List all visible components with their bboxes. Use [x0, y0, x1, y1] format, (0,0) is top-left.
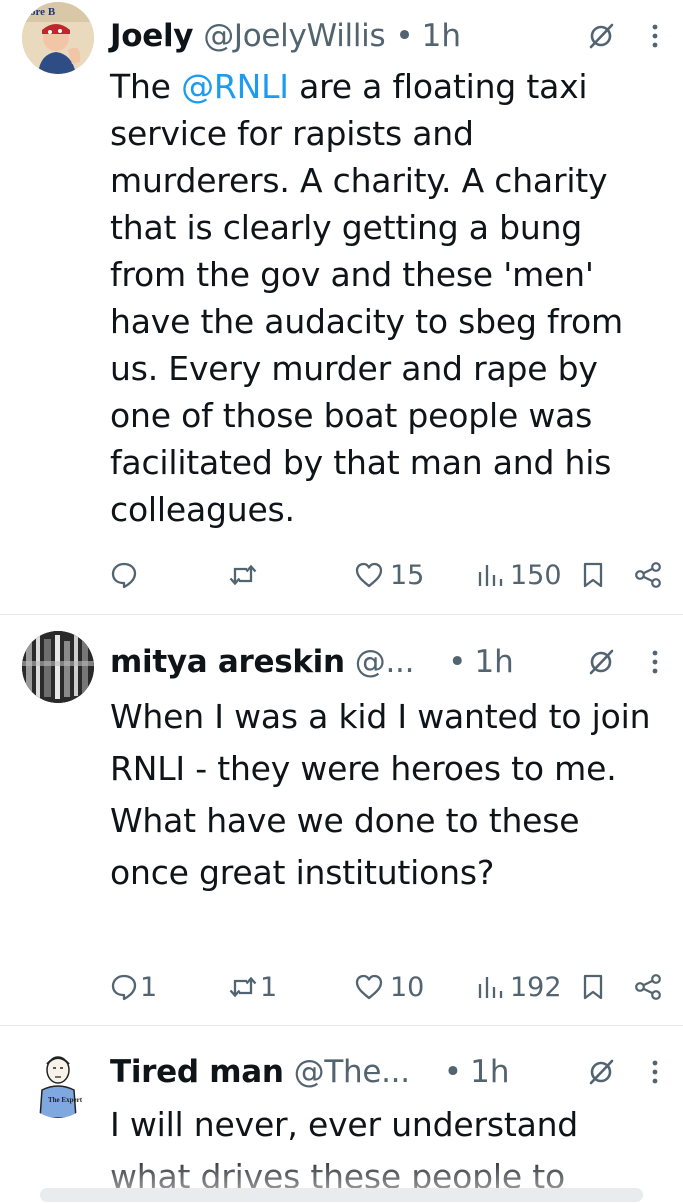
tweet-actions: 15 150: [0, 555, 683, 595]
avatar[interactable]: ore B: [22, 2, 94, 74]
like-button[interactable]: 15: [354, 555, 424, 595]
grok-icon[interactable]: [587, 1058, 615, 1086]
repost-button[interactable]: [228, 555, 258, 595]
separator-dot: •: [395, 18, 414, 54]
tweet-text: When I was a kid I wanted to join RNLI -…: [110, 691, 661, 899]
avatar-image: [22, 631, 94, 703]
tweet-text-line: When I was a kid I wanted to join RNLI -…: [110, 697, 651, 788]
view-count: 192: [510, 971, 562, 1003]
avatar-image: The Expert: [22, 1046, 94, 1118]
share-icon: [635, 974, 661, 1000]
views-icon: [478, 565, 503, 586]
author-name[interactable]: Tired man: [110, 1054, 284, 1090]
separator-dot: •: [443, 1054, 463, 1090]
repost-icon: [229, 564, 257, 586]
reply-button[interactable]: 1: [110, 967, 157, 1007]
heart-icon: [355, 974, 383, 1000]
avatar-image: ore B: [22, 2, 94, 74]
bookmark-button[interactable]: [582, 555, 604, 595]
heart-icon: [355, 562, 383, 588]
author-handle[interactable]: @...: [355, 644, 415, 680]
author-name[interactable]: mitya areskin: [110, 644, 345, 680]
author-name[interactable]: Joely: [110, 18, 194, 54]
svg-text:ore B: ore B: [30, 6, 56, 18]
separator-dot: •: [448, 644, 467, 680]
svg-text:The Expert: The Expert: [48, 1096, 83, 1104]
author-handle[interactable]: @The...: [294, 1054, 410, 1090]
more-icon[interactable]: [651, 649, 659, 675]
mention-link[interactable]: @RNLI: [181, 67, 289, 106]
share-button[interactable]: [634, 555, 662, 595]
like-button[interactable]: 10: [354, 967, 424, 1007]
tweet-actions: 1 1 10 192: [0, 967, 683, 1007]
tweet-joely[interactable]: ore B Joely @JoelyWillis • 1h The @RNLI …: [0, 0, 683, 612]
more-icon[interactable]: [651, 23, 659, 49]
repost-count: 1: [260, 971, 278, 1003]
reply-icon: [111, 974, 137, 1001]
repost-button[interactable]: 1: [228, 967, 277, 1007]
tweet-text-rest: are a floating taxi service for rapists …: [110, 67, 623, 529]
reply-icon: [111, 562, 137, 589]
timestamp[interactable]: 1h: [474, 644, 513, 680]
avatar[interactable]: [22, 631, 94, 703]
like-count: 15: [390, 559, 425, 591]
like-count: 10: [390, 971, 425, 1003]
tweet-text-start: The: [110, 67, 182, 106]
tweet-text-line: What have we done to these once great in…: [110, 801, 580, 892]
tweet-text: The @RNLI are a floating taxi service fo…: [110, 63, 661, 533]
grok-icon[interactable]: [587, 22, 615, 50]
repost-icon: [229, 976, 257, 998]
share-icon: [635, 562, 661, 588]
tweet-mitya[interactable]: mitya areskin @... • 1h When I was a kid…: [0, 615, 683, 1025]
views-button[interactable]: 192: [476, 967, 562, 1007]
grok-icon[interactable]: [587, 648, 615, 676]
share-button[interactable]: [634, 967, 662, 1007]
timestamp[interactable]: 1h: [470, 1054, 509, 1090]
views-button[interactable]: 150: [476, 555, 562, 595]
view-count: 150: [510, 559, 562, 591]
reply-count: 1: [140, 971, 158, 1003]
bookmark-icon: [583, 562, 603, 588]
timestamp[interactable]: 1h: [422, 18, 461, 54]
bookmark-icon: [583, 974, 603, 1000]
avatar[interactable]: The Expert: [22, 1046, 94, 1118]
views-icon: [478, 977, 503, 998]
more-icon[interactable]: [651, 1059, 659, 1085]
reply-button[interactable]: [110, 555, 138, 595]
author-handle[interactable]: @JoelyWillis: [203, 18, 385, 54]
bookmark-button[interactable]: [582, 967, 604, 1007]
